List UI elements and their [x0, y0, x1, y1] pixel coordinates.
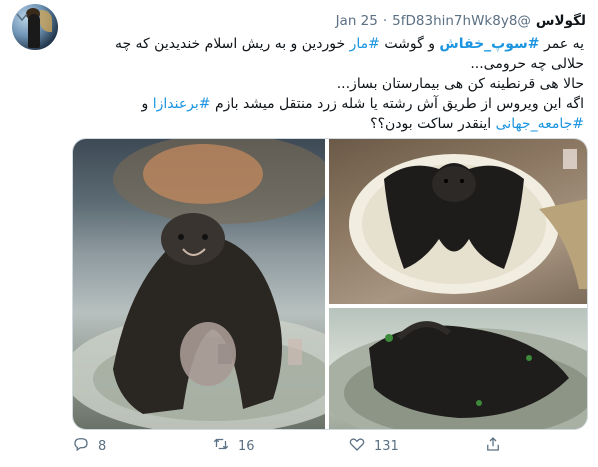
author-display-name[interactable]: لگولاس — [536, 13, 586, 29]
text-fragment: اینقدر ساکت بودن؟؟ — [370, 116, 496, 132]
tweet-line-2: حلالی چه حرومی... — [470, 56, 584, 72]
retweet-button[interactable]: 16 — [212, 434, 255, 458]
avatar[interactable] — [12, 4, 58, 50]
text-fragment: و گوشت — [379, 36, 440, 52]
text-fragment: یه عمر — [539, 36, 584, 52]
reply-icon — [72, 435, 90, 457]
tweet-line-4: اگه این ویروس از طریق آش رشته یا شله زرد… — [72, 94, 584, 114]
separator: · — [382, 13, 388, 29]
bat-bowl-image — [329, 321, 587, 429]
share-button[interactable] — [484, 434, 502, 458]
tweet-header: لگولاس @5fD83hin7hWk8y8 · Jan 25 — [70, 10, 586, 32]
text-fragment: و — [141, 96, 153, 112]
avatar-decoration — [40, 10, 52, 32]
hashtag-link[interactable]: #برعندازا — [153, 96, 211, 112]
reply-button[interactable]: 8 — [72, 434, 106, 458]
retweet-icon — [212, 435, 230, 457]
tweet-line-3: حالا هی قرنطینه کن هی بیمارستان بساز... — [336, 76, 584, 92]
media-photo-2[interactable] — [329, 139, 587, 304]
tweet-line-5: #جامعه_جهانی اینقدر ساکت بودن؟؟ — [72, 114, 584, 134]
reply-count: 8 — [98, 438, 107, 454]
tweet-text: یه عمر #سوپ_خفاش و گوشت #مار خوردین و به… — [72, 34, 584, 134]
tweet: لگولاس @5fD83hin7hWk8y8 · Jan 25 یه عمر … — [0, 0, 598, 467]
retweet-count: 16 — [238, 438, 255, 454]
hashtag-link[interactable]: #سوپ_خفاش — [439, 36, 539, 52]
heart-icon — [348, 435, 366, 457]
bat-plate-image — [349, 149, 587, 294]
chevron-down-icon[interactable] — [14, 12, 30, 26]
tweet-line-1: یه عمر #سوپ_خفاش و گوشت #مار خوردین و به… — [72, 34, 584, 54]
text-fragment: خوردین و به ریش اسلام خندیدین که چه — [114, 36, 350, 52]
share-icon — [484, 435, 502, 457]
hashtag-link[interactable]: #جامعه_جهانی — [496, 116, 584, 132]
author-handle[interactable]: @5fD83hin7hWk8y8 — [392, 13, 531, 29]
text-fragment: اگه این ویروس از طریق آش رشته یا شله زرد… — [210, 96, 584, 112]
tweet-date[interactable]: Jan 25 — [336, 13, 378, 29]
media-photo-1[interactable] — [73, 139, 325, 429]
tweet-actions: 8 16 131 — [72, 434, 584, 458]
bat-soup-image — [73, 139, 325, 429]
like-button[interactable]: 131 — [348, 434, 399, 458]
media-grid — [72, 138, 588, 430]
like-count: 131 — [374, 438, 399, 454]
media-photo-3[interactable] — [329, 308, 587, 429]
hashtag-link[interactable]: #مار — [350, 36, 380, 52]
